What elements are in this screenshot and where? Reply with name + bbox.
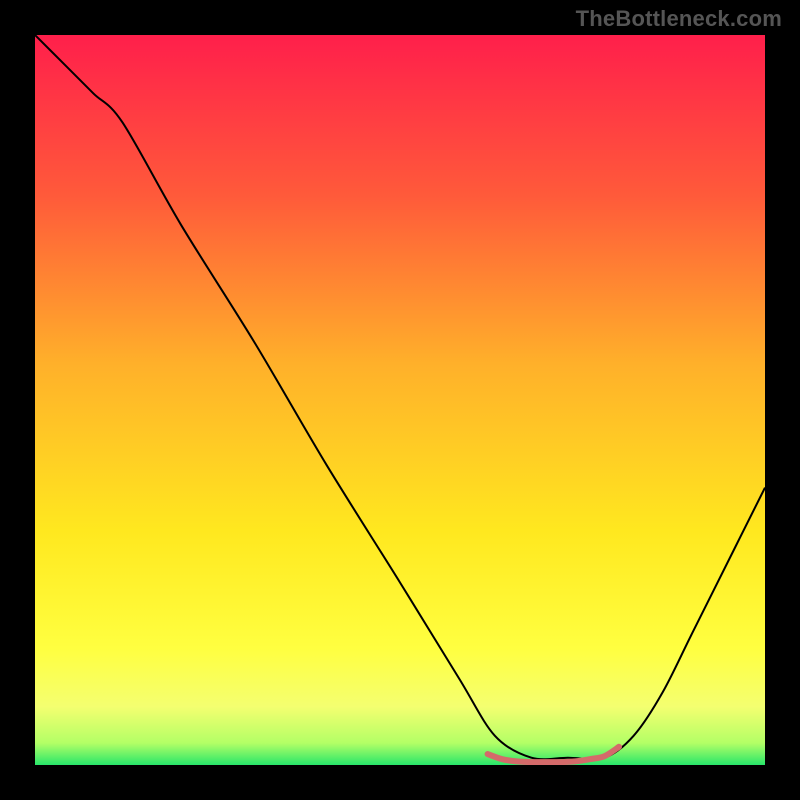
gradient-background — [35, 35, 765, 765]
watermark-text: TheBottleneck.com — [576, 6, 782, 32]
bottleneck-chart — [35, 35, 765, 765]
plot-area — [35, 35, 765, 765]
chart-frame: TheBottleneck.com — [0, 0, 800, 800]
